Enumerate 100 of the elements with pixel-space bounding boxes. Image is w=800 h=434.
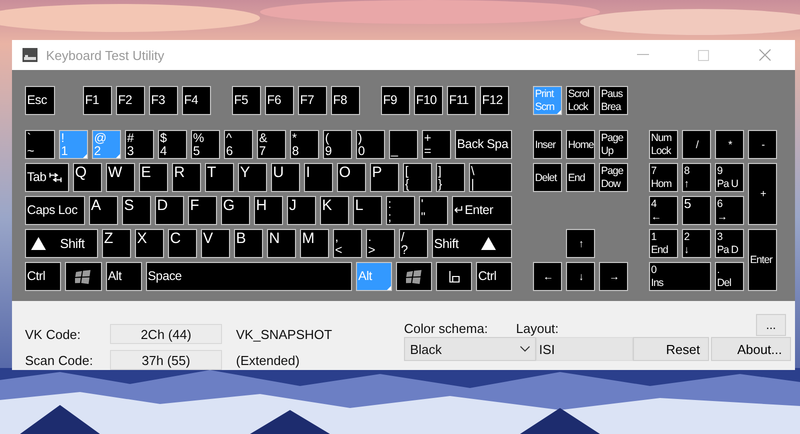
keyboard-key[interactable]: B bbox=[234, 229, 263, 258]
keyboard-key[interactable]: Inser bbox=[533, 130, 562, 159]
keyboard-key[interactable]: / ? bbox=[399, 229, 428, 258]
keyboard-key[interactable]: I bbox=[304, 163, 333, 192]
keyboard-key[interactable]: % 5 bbox=[191, 130, 220, 159]
keyboard-key[interactable]: . > bbox=[366, 229, 395, 258]
keyboard-key[interactable]: . Del bbox=[715, 262, 744, 291]
keyboard-key[interactable]: 5 bbox=[682, 196, 711, 225]
keyboard-key[interactable]: F6 bbox=[265, 86, 294, 115]
keyboard-key[interactable]: 9 Pa U bbox=[715, 163, 744, 192]
keyboard-key[interactable]: + bbox=[748, 163, 777, 225]
keyboard-key[interactable]: ^ 6 bbox=[224, 130, 253, 159]
keyboard-key[interactable]: 4 ← bbox=[649, 196, 678, 225]
keyboard-key[interactable]: 6 → bbox=[715, 196, 744, 225]
keyboard-key[interactable]: F12 bbox=[480, 86, 509, 115]
keyboard-key[interactable]: Num Lock bbox=[649, 130, 678, 159]
keyboard-key[interactable]: _ bbox=[389, 130, 418, 159]
keyboard-key[interactable]: D bbox=[155, 196, 184, 225]
keyboard-key[interactable]: Y bbox=[238, 163, 267, 192]
keyboard-key[interactable]: F1 bbox=[83, 86, 112, 115]
keyboard-key[interactable]: - bbox=[748, 130, 777, 159]
keyboard-key[interactable]: , < bbox=[333, 229, 362, 258]
layout-field[interactable]: ISI bbox=[536, 337, 633, 361]
keyboard-key[interactable]: ` ~ bbox=[25, 130, 55, 159]
keyboard-key[interactable]: O bbox=[337, 163, 366, 192]
keyboard-key[interactable]: F10 bbox=[414, 86, 443, 115]
keyboard-key[interactable]: $ 4 bbox=[158, 130, 187, 159]
keyboard-key[interactable]: J bbox=[287, 196, 316, 225]
keyboard-key[interactable]: F bbox=[188, 196, 217, 225]
keyboard-key[interactable]: F4 bbox=[182, 86, 211, 115]
keyboard-key[interactable]: Delet bbox=[533, 163, 562, 192]
keyboard-key[interactable]: ↑ bbox=[566, 229, 595, 258]
keyboard-key[interactable]: Back Spa bbox=[455, 130, 512, 159]
color-schema-dropdown[interactable]: Black bbox=[404, 337, 536, 361]
keyboard-key[interactable]: ↵Enter bbox=[452, 196, 512, 225]
keyboard-key[interactable]: E bbox=[139, 163, 168, 192]
keyboard-key[interactable]: 1 End bbox=[649, 229, 678, 258]
keyboard-key[interactable]: + = bbox=[422, 130, 451, 159]
keyboard-key[interactable]: / bbox=[682, 130, 711, 159]
keyboard-key[interactable]: * bbox=[715, 130, 744, 159]
keyboard-key[interactable]: Q bbox=[73, 163, 102, 192]
keyboard-key[interactable]: # 3 bbox=[125, 130, 154, 159]
keyboard-key[interactable]: R bbox=[172, 163, 201, 192]
keyboard-key[interactable]: Ctrl bbox=[25, 262, 61, 291]
keyboard-key[interactable]: Page Dow bbox=[599, 163, 628, 192]
keyboard-key[interactable]: A bbox=[89, 196, 118, 225]
keyboard-key[interactable]: Ctrl bbox=[476, 262, 512, 291]
keyboard-key[interactable]: 0 Ins bbox=[649, 262, 711, 291]
keyboard-key[interactable]: Paus Brea bbox=[599, 86, 628, 115]
keyboard-key[interactable]: Alt bbox=[106, 262, 142, 291]
keyboard-key[interactable]: 3 Pa D bbox=[715, 229, 744, 258]
keyboard-key[interactable]: H bbox=[254, 196, 283, 225]
keyboard-key[interactable]: F8 bbox=[331, 86, 360, 115]
keyboard-key[interactable]: Esc bbox=[25, 86, 55, 115]
keyboard-key[interactable]: ' " bbox=[419, 196, 448, 225]
keyboard-key[interactable]: Z bbox=[102, 229, 131, 258]
keyboard-key[interactable]: X bbox=[135, 229, 164, 258]
keyboard-key[interactable]: Caps Loc bbox=[25, 196, 85, 225]
keyboard-key[interactable]: ← bbox=[533, 262, 562, 291]
keyboard-key[interactable]: U bbox=[271, 163, 300, 192]
more-button[interactable]: ... bbox=[756, 314, 786, 336]
keyboard-key[interactable]: F11 bbox=[447, 86, 476, 115]
keyboard-key[interactable]: L bbox=[353, 196, 382, 225]
keyboard-key[interactable]: F5 bbox=[232, 86, 261, 115]
keyboard-key[interactable]: Space bbox=[146, 262, 352, 291]
keyboard-key[interactable]: ) 0 bbox=[356, 130, 385, 159]
keyboard-key[interactable]: W bbox=[106, 163, 135, 192]
keyboard-key[interactable]: S bbox=[122, 196, 151, 225]
keyboard-key[interactable]: Shift bbox=[432, 229, 512, 258]
keyboard-key[interactable]: ] } bbox=[436, 163, 465, 192]
keyboard-key[interactable]: & 7 bbox=[257, 130, 286, 159]
keyboard-key[interactable]: 2 ↓ bbox=[682, 229, 711, 258]
keyboard-key[interactable]: \ | bbox=[469, 163, 512, 192]
keyboard-key[interactable]: ↓ bbox=[566, 262, 595, 291]
keyboard-key[interactable]: P bbox=[370, 163, 399, 192]
keyboard-key[interactable]: K bbox=[320, 196, 349, 225]
keyboard-key[interactable]: Page Up bbox=[599, 130, 628, 159]
keyboard-key[interactable]: → bbox=[599, 262, 628, 291]
keyboard-key[interactable]: M bbox=[300, 229, 329, 258]
keyboard-key[interactable]: V bbox=[201, 229, 230, 258]
keyboard-key[interactable]: : ; bbox=[386, 196, 415, 225]
keyboard-key[interactable]: ( 9 bbox=[323, 130, 352, 159]
keyboard-key[interactable]: Shift bbox=[25, 229, 98, 258]
keyboard-key[interactable]: C bbox=[168, 229, 197, 258]
keyboard-key[interactable]: F9 bbox=[381, 86, 410, 115]
keyboard-key[interactable]: End bbox=[566, 163, 595, 192]
keyboard-key[interactable]: G bbox=[221, 196, 250, 225]
keyboard-key[interactable]: F7 bbox=[298, 86, 327, 115]
about-button[interactable]: About... bbox=[711, 337, 791, 361]
keyboard-key[interactable]: N bbox=[267, 229, 296, 258]
keyboard-key[interactable]: [ { bbox=[403, 163, 432, 192]
keyboard-key[interactable]: * 8 bbox=[290, 130, 319, 159]
keyboard-key[interactable]: 8 ↑ bbox=[682, 163, 711, 192]
keyboard-key[interactable]: 7 Hom bbox=[649, 163, 678, 192]
keyboard-key[interactable]: F2 bbox=[116, 86, 145, 115]
keyboard-key[interactable]: F3 bbox=[149, 86, 178, 115]
keyboard-key[interactable]: Tab bbox=[25, 163, 69, 192]
keyboard-key[interactable]: Scrol Lock bbox=[566, 86, 595, 115]
keyboard-key[interactable]: Enter bbox=[748, 229, 777, 291]
keyboard-key[interactable]: T bbox=[205, 163, 234, 192]
